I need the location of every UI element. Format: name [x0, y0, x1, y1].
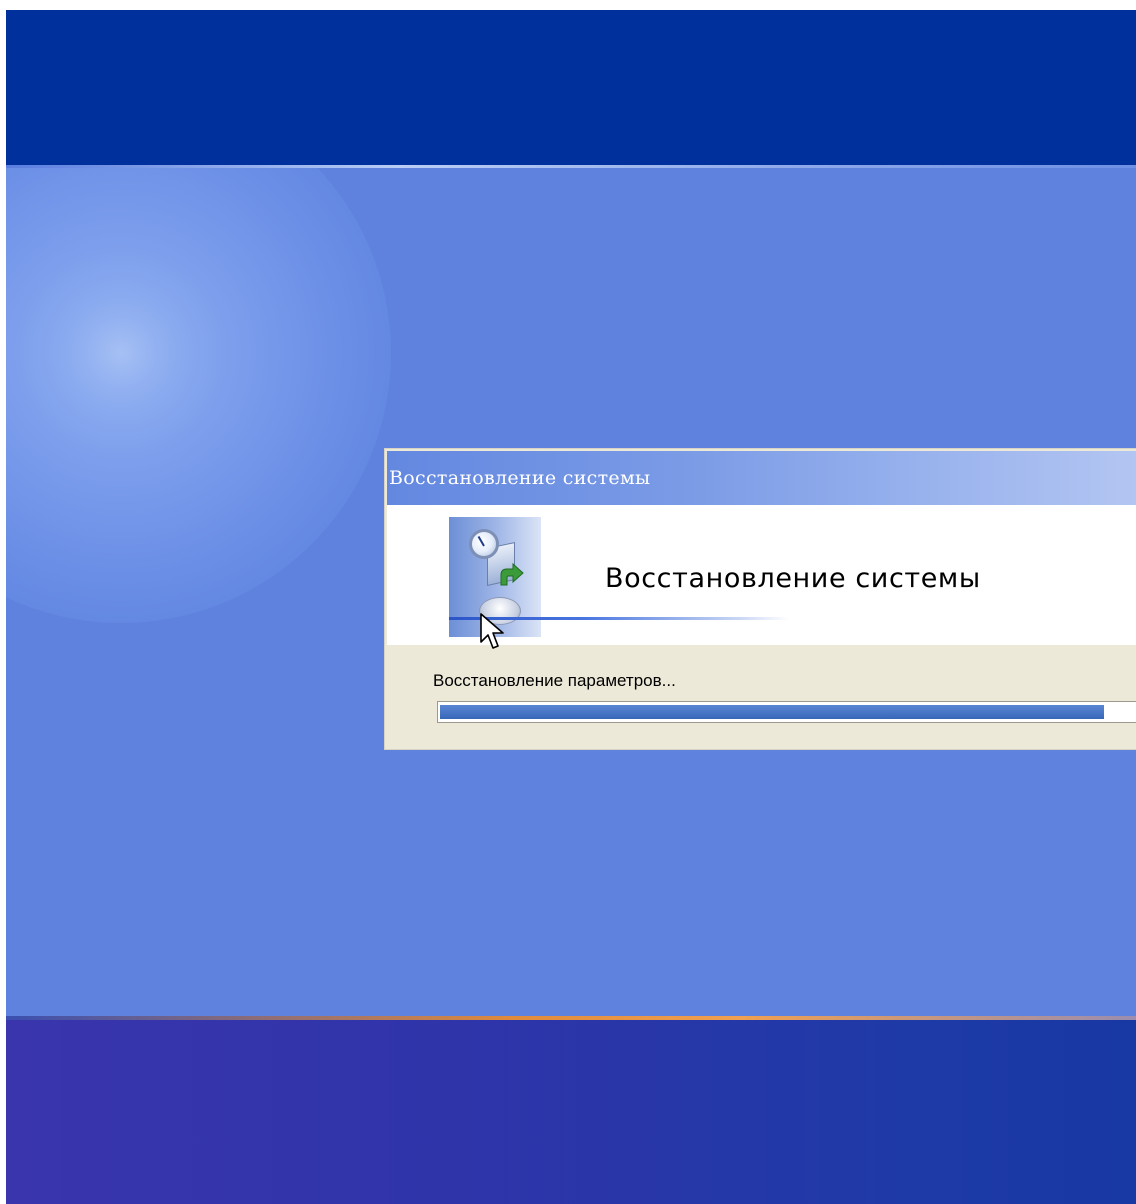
clock-icon	[469, 529, 499, 559]
top-band	[6, 10, 1136, 167]
background-glow	[6, 168, 391, 623]
mouse-pointer-icon	[480, 613, 504, 649]
system-restore-dialog: Восстановление системы Восстановление си…	[384, 448, 1136, 750]
status-text: Восстановление параметров...	[433, 671, 676, 690]
progress-fill	[440, 705, 1104, 719]
bottom-band	[6, 1020, 1136, 1204]
dialog-header-title: Восстановление системы	[605, 563, 981, 594]
progress-bar	[437, 701, 1136, 723]
restore-arrow-icon	[500, 563, 524, 586]
dialog-title-bar[interactable]: Восстановление системы	[387, 451, 1136, 505]
